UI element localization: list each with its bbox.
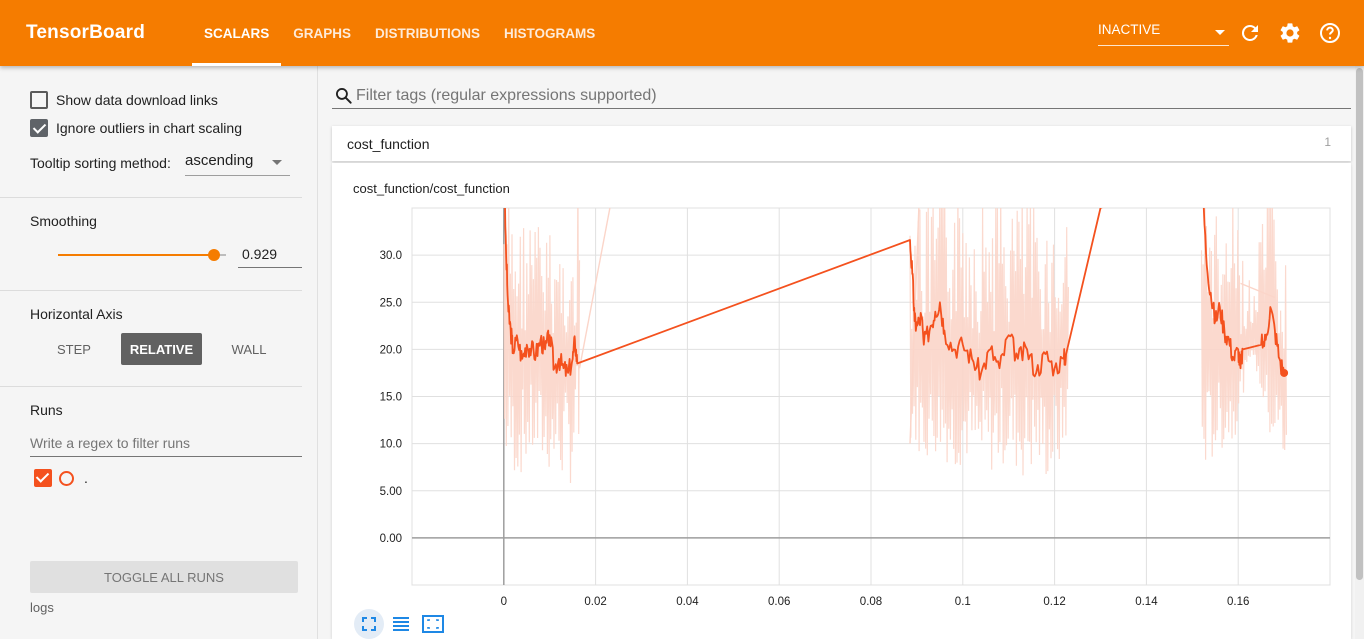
y-tick-label: 30.0 <box>380 250 402 262</box>
raw-series-line <box>503 208 581 484</box>
x-tick-label: 0.04 <box>676 596 699 608</box>
chart-title: cost_function/cost_function <box>353 181 510 196</box>
run-name: . <box>84 470 88 486</box>
category-count: 1 <box>1324 135 1331 149</box>
scalar-chart[interactable]: 0 0.02 0.04 0.06 0.08 0.1 0.12 0.14 0.16 0.00 5.00… <box>332 163 1351 639</box>
toggle-all-runs-button[interactable]: TOGGLE ALL RUNS <box>30 561 298 593</box>
nav-tabs: SCALARS GRAPHS DISTRIBUTIONS HISTOGRAMS <box>192 0 607 66</box>
run-radio-icon[interactable] <box>59 470 74 486</box>
x-tick-label: 0.06 <box>768 596 790 608</box>
y-tick-label: 5.00 <box>380 486 402 498</box>
checkbox-icon <box>30 91 48 109</box>
x-tick-label: 0.1 <box>955 596 971 608</box>
ignore-outliers-label: Ignore outliers in chart scaling <box>56 120 242 136</box>
inactive-dashboard-select[interactable]: INACTIVE <box>1098 22 1229 46</box>
axis-relative-button[interactable]: RELATIVE <box>121 333 202 365</box>
divider <box>0 197 302 198</box>
chevron-down-icon <box>272 160 282 165</box>
show-download-links-toggle[interactable]: Show data download links <box>30 91 218 109</box>
inactive-select-label: INACTIVE <box>1098 22 1161 37</box>
refresh-icon[interactable] <box>1238 21 1262 45</box>
log-directory: logs <box>30 600 54 615</box>
fit-domain-icon[interactable] <box>418 609 448 639</box>
y-tick-label: 25.0 <box>380 297 402 309</box>
y-tick-label: 15.0 <box>380 392 402 404</box>
tag-filter-input[interactable]: Filter tags (regular expressions support… <box>332 83 1351 109</box>
tab-distributions[interactable]: DISTRIBUTIONS <box>363 0 492 66</box>
divider <box>0 290 302 291</box>
top-bar: TensorBoard SCALARS GRAPHS DISTRIBUTIONS… <box>0 0 1364 66</box>
smoothing-input[interactable]: 0.929 <box>238 242 302 268</box>
y-tick-label: 10.0 <box>380 439 402 451</box>
y-tick-label: 20.0 <box>380 344 402 356</box>
x-tick-label: 0.16 <box>1227 596 1249 608</box>
show-download-links-label: Show data download links <box>56 92 218 108</box>
run-item[interactable]: . <box>34 469 88 487</box>
ignore-outliers-toggle[interactable]: Ignore outliers in chart scaling <box>30 119 242 137</box>
series-group <box>503 208 1287 484</box>
smoothing-slider-track[interactable] <box>58 254 214 256</box>
chevron-down-icon <box>1215 30 1225 35</box>
gear-icon[interactable] <box>1278 21 1302 45</box>
runs-filter-input[interactable]: Write a regex to filter runs <box>30 432 302 457</box>
tab-graphs[interactable]: GRAPHS <box>281 0 363 66</box>
run-checkbox[interactable] <box>34 469 52 487</box>
smoothing-label: Smoothing <box>30 213 97 229</box>
tab-histograms[interactable]: HISTOGRAMS <box>492 0 607 66</box>
smoothed-series-line <box>504 208 1285 381</box>
chart-card: 0 0.02 0.04 0.06 0.08 0.1 0.12 0.14 0.16 0.00 5.00… <box>332 163 1351 639</box>
sidebar: Show data download links Ignore outliers… <box>0 66 318 639</box>
category-name: cost_function <box>347 136 430 152</box>
x-tick-label: 0 <box>501 596 507 608</box>
help-icon[interactable] <box>1318 21 1342 45</box>
x-tick-label: 0.02 <box>584 596 606 608</box>
divider <box>0 386 302 387</box>
search-icon <box>336 88 352 104</box>
last-point-marker <box>1280 368 1289 377</box>
horizontal-axis-label: Horizontal Axis <box>30 306 123 322</box>
axis-step-button[interactable]: STEP <box>46 333 102 365</box>
fullscreen-icon[interactable] <box>354 609 384 639</box>
category-header[interactable]: cost_function 1 <box>332 126 1351 161</box>
chart-toolbar <box>354 609 450 639</box>
tooltip-sorting-label: Tooltip sorting method: <box>30 155 171 171</box>
x-tick-label: 0.12 <box>1043 596 1065 608</box>
runs-label: Runs <box>30 402 63 418</box>
tab-scalars[interactable]: SCALARS <box>192 0 282 66</box>
tag-filter-placeholder: Filter tags (regular expressions support… <box>356 87 657 104</box>
tooltip-sorting-value: ascending <box>185 152 254 169</box>
toggle-y-log-icon[interactable] <box>386 609 416 639</box>
tooltip-sorting-select[interactable]: ascending <box>185 152 290 176</box>
x-tick-label: 0.14 <box>1135 596 1158 608</box>
app-title: TensorBoard <box>26 22 146 43</box>
axis-wall-button[interactable]: WALL <box>221 333 277 365</box>
page-scrollbar[interactable] <box>1355 66 1364 639</box>
scrollbar-thumb[interactable] <box>1356 68 1363 580</box>
x-tick-label: 0.08 <box>860 596 882 608</box>
y-tick-label: 0.00 <box>380 533 402 545</box>
checkbox-checked-icon <box>30 119 48 137</box>
smoothing-slider-handle[interactable] <box>208 249 220 261</box>
